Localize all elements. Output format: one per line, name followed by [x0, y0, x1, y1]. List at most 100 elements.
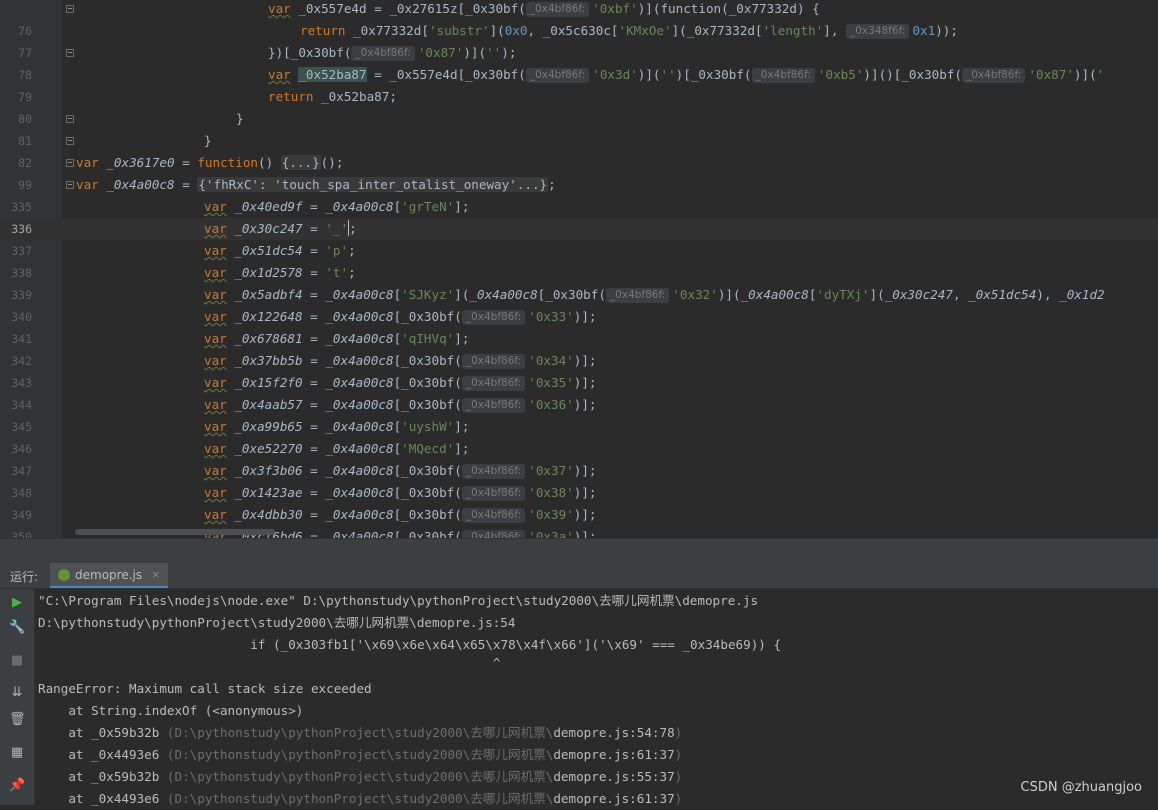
code-token: [_0x30bf( [393, 309, 462, 324]
code-line[interactable]: 337 var _0x51dc54 = 'p'; [0, 240, 1158, 262]
stop-icon[interactable]: ■ [9, 653, 25, 669]
line-number: 81 [18, 134, 32, 148]
code-line[interactable]: 342 var _0x37bb5b = _0x4a00c8[_0x30bf(_0x… [0, 350, 1158, 372]
code-line[interactable]: 348 var _0x1423ae = _0x4a00c8[_0x30bf(_0x… [0, 482, 1158, 504]
stack-frame-text: ) [674, 747, 683, 762]
parameter-hint: _0x4bf86f: [461, 486, 526, 501]
code-line[interactable]: 341 var _0x678681 = _0x4a00c8['qIHVq']; [0, 328, 1158, 350]
string-token: '0x87' [417, 45, 464, 60]
code-line[interactable]: 79 return _0x52ba87; [0, 86, 1158, 108]
code-line[interactable]: 338 var _0x1d2578 = 't'; [0, 262, 1158, 284]
identifier-token: _0x4dbb30 [226, 507, 303, 522]
code-line[interactable]: 78 var _0x52ba87 = _0x557e4d[_0x30bf(_0x4… [0, 64, 1158, 86]
fold-toggle-icon[interactable] [66, 49, 74, 57]
line-number: 340 [11, 310, 32, 324]
fold-toggle-icon[interactable] [66, 181, 74, 189]
code-line[interactable]: 340 var _0x122648 = _0x4a00c8[_0x30bf(_0x… [0, 306, 1158, 328]
identifier-token: _0x1423ae [226, 485, 303, 500]
stack-frame-link[interactable]: demopre.js:61:37 [553, 791, 674, 806]
console-toolstrip: ▶ 🔧 ■ ⇊ 🗑 ▦ 📌 [0, 589, 35, 805]
code-line[interactable]: 80} [0, 108, 1158, 130]
code-line[interactable]: 347 var _0x3f3b06 = _0x4a00c8[_0x30bf(_0x… [0, 460, 1158, 482]
code-token: = [302, 485, 326, 500]
code-line[interactable]: 335 var _0x40ed9f = _0x4a00c8['grTeN']; [0, 196, 1158, 218]
code-line[interactable]: 349 var _0x4dbb30 = _0x4a00c8[_0x30bf(_0x… [0, 504, 1158, 526]
line-number: 99 [18, 178, 32, 192]
stack-frame-text: (D:\pythonstudy\pythonProject\study2000\… [166, 725, 554, 740]
stack-frame-link[interactable]: demopre.js:54:78 [553, 725, 674, 740]
code-line[interactable]: var _0x557e4d = _0x27615z[_0x30bf(_0x4bf… [0, 0, 1158, 20]
identifier-token: _0x15f2f0 [226, 375, 303, 390]
collapsed-block[interactable]: {...} [280, 155, 321, 170]
code-token: = [302, 397, 326, 412]
identifier-token: _0x4a00c8 [325, 397, 394, 412]
code-line[interactable]: 343 var _0x15f2f0 = _0x4a00c8[_0x30bf(_0x… [0, 372, 1158, 394]
code-text: var _0x37bb5b = _0x4a00c8[_0x30bf(_0x4bf… [204, 350, 597, 372]
sort-icon[interactable]: ⇊ [9, 685, 25, 701]
code-line[interactable]: 76 return _0x77332d['substr'](0x0, _0x5c6… [0, 20, 1158, 42]
code-line[interactable]: 346 var _0xe52270 = _0x4a00c8['MQecd']; [0, 438, 1158, 460]
code-token: ; [348, 265, 356, 280]
string-token: '0x38' [528, 485, 574, 500]
fold-toggle-icon[interactable] [66, 159, 74, 167]
identifier-token: _0x30c247 [226, 221, 303, 236]
identifier-token: _0x40ed9f [226, 199, 303, 214]
code-text: var _0x5adbf4 = _0x4a00c8['SJKyz'](_0x4a… [204, 284, 1105, 306]
identifier-token: _0x4a00c8 [325, 375, 394, 390]
trash-icon[interactable]: 🗑 [9, 712, 26, 728]
code-line[interactable]: 81} [0, 130, 1158, 152]
horizontal-scrollbar[interactable] [75, 529, 275, 535]
code-token: = [174, 155, 198, 170]
identifier-token: _0x4a00c8 [325, 419, 394, 434]
line-number: 336 [11, 222, 32, 236]
stack-frame: at _0x4493e6 (D:\pythonstudy\pythonProje… [38, 788, 682, 810]
identifier-token: _0x3f3b06 [226, 463, 303, 478]
string-token: '' [660, 67, 676, 82]
run-tab-demopre[interactable]: demopre.js × [50, 563, 169, 588]
console-output[interactable]: ▶ 🔧 ■ ⇊ 🗑 ▦ 📌 "C:\Program Files\nodejs\n… [0, 589, 1158, 806]
identifier-token: _0x122648 [226, 309, 303, 324]
wrench-icon[interactable]: 🔧 [9, 620, 25, 636]
pin-icon[interactable]: 📌 [9, 778, 25, 794]
keyword-token: var [76, 155, 99, 170]
code-token: )]( [717, 287, 741, 302]
line-number: 339 [11, 288, 32, 302]
panel-splitter[interactable] [0, 538, 1158, 564]
code-token: = [302, 441, 326, 456]
code-line[interactable]: 99 var _0x4a00c8 = {'fhRxC': 'touch_spa_i… [0, 174, 1158, 196]
parameter-hint: _0x348f6f: [846, 24, 910, 39]
close-icon[interactable]: × [151, 568, 160, 581]
stack-frame-link[interactable]: demopre.js:61:37 [553, 747, 674, 762]
code-token: ]( [454, 287, 470, 302]
layout-icon[interactable]: ▦ [9, 745, 25, 761]
fold-toggle-icon[interactable] [66, 5, 74, 13]
line-number: 338 [11, 266, 32, 280]
code-line[interactable]: 344 var _0x4aab57 = _0x4a00c8[_0x30bf(_0x… [0, 394, 1158, 416]
code-line[interactable]: 339 var _0x5adbf4 = _0x4a00c8['SJKyz'](_0… [0, 284, 1158, 306]
collapsed-block[interactable]: {'fhRxC': 'touch_spa_inter_otalist_onewa… [197, 177, 549, 192]
stack-frame-link[interactable]: demopre.js:55:37 [553, 769, 674, 784]
console-location[interactable]: D:\pythonstudy\pythonProject\study2000\去… [38, 612, 515, 634]
run-icon[interactable]: ▶ [9, 595, 25, 611]
code-text: var _0x40ed9f = _0x4a00c8['grTeN']; [204, 196, 469, 218]
code-line[interactable]: 77})[_0x30bf(_0x4bf86f: '0x87')](''); [0, 42, 1158, 64]
keyword-token: var [204, 309, 227, 324]
stack-frame-text: at _0x4493e6 [38, 747, 167, 762]
stack-frame: at String.indexOf (<anonymous>) [38, 700, 303, 722]
identifier-token: _0x4a00c8 [325, 287, 394, 302]
code-line[interactable]: 82 var _0x3617e0 = function() {...}(); [0, 152, 1158, 174]
code-line[interactable]: 345 var _0xa99b65 = _0x4a00c8['uyshW']; [0, 416, 1158, 438]
line-number: 80 [18, 112, 32, 126]
code-token: [_0x30bf( [393, 353, 462, 368]
identifier-token: _0x4a00c8 [325, 309, 394, 324]
code-token: ; [348, 243, 356, 258]
fold-toggle-icon[interactable] [66, 115, 74, 123]
identifier-token: _0x1d2 [1059, 287, 1105, 302]
keyword-token: var [204, 243, 227, 258]
code-editor[interactable]: var _0x557e4d = _0x27615z[_0x30bf(_0x4bf… [0, 0, 1158, 538]
keyword-token: var [204, 397, 227, 412]
run-tab-label: demopre.js [75, 567, 143, 582]
code-line[interactable]: 336 var _0x30c247 = '_'; [0, 218, 1158, 240]
fold-toggle-icon[interactable] [66, 137, 74, 145]
line-number: 346 [11, 442, 32, 456]
